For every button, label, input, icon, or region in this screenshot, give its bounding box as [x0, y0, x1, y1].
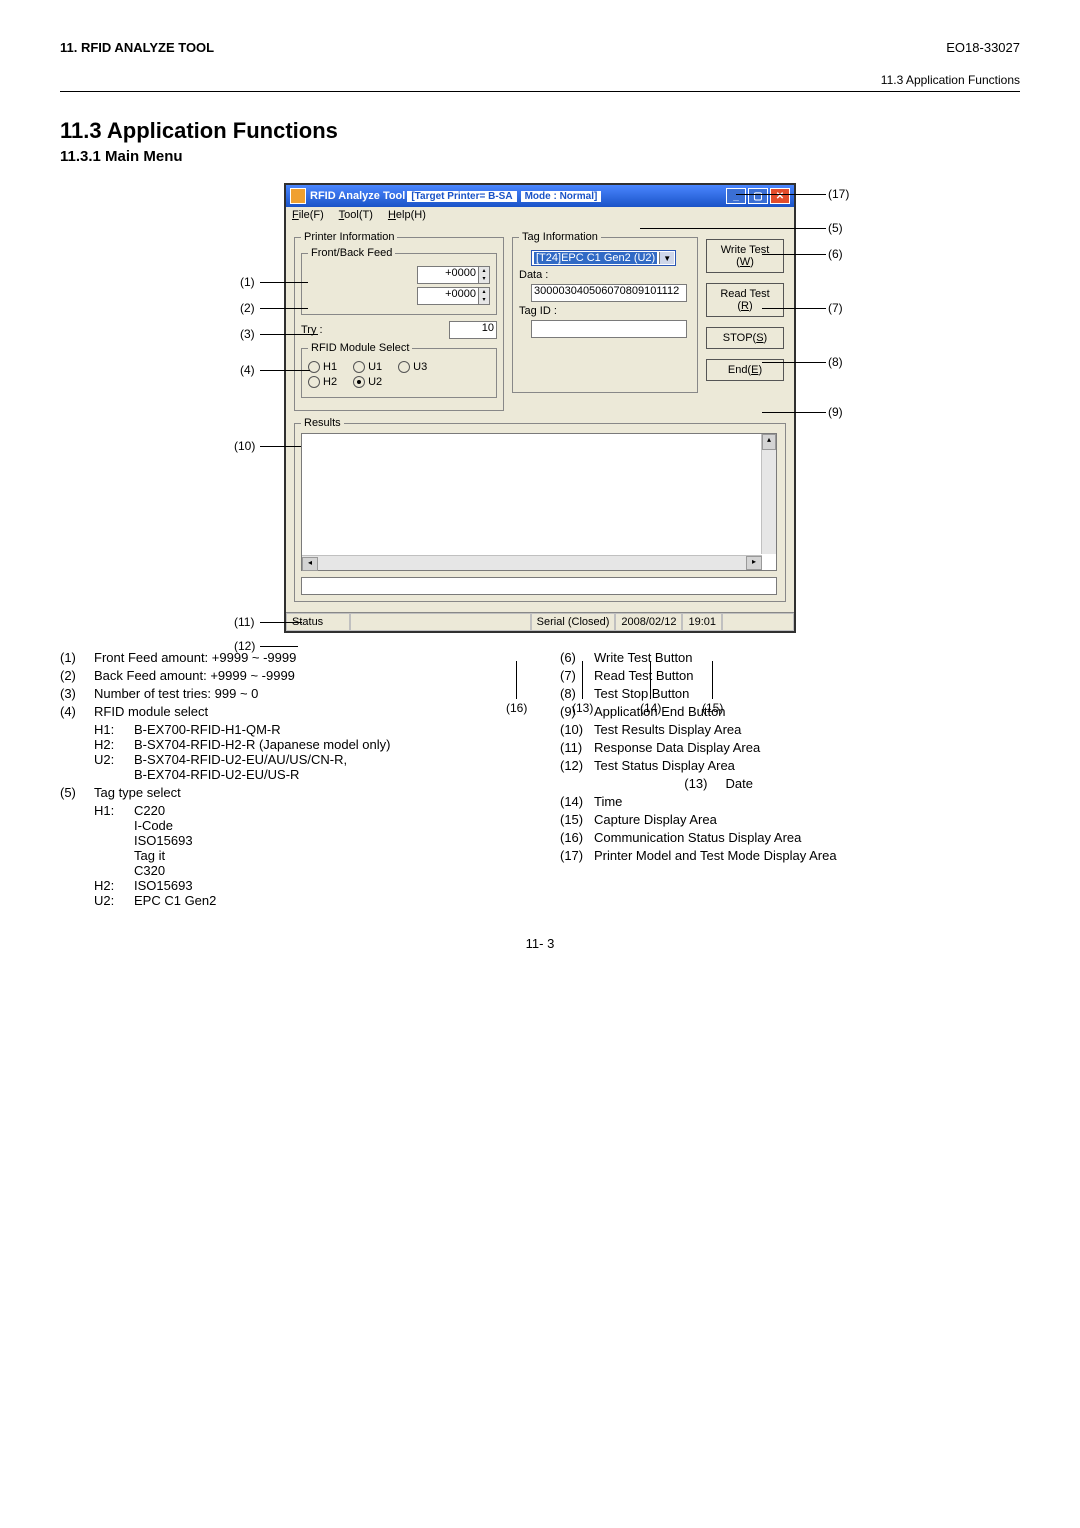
results-area[interactable]: ▴ ◂▸ [301, 433, 777, 571]
menu-help[interactable]: Help(H) [388, 209, 426, 221]
rfid-module-legend: RFID Module Select [308, 342, 412, 354]
maximize-icon[interactable]: ▢ [748, 188, 768, 204]
radio-u2[interactable]: U2 [353, 376, 382, 388]
radio-u3[interactable]: U3 [398, 361, 427, 373]
page-header: 11. RFID ANALYZE TOOL EO18-33027 [60, 40, 1020, 55]
legend: (1)Front Feed amount: +9999 ~ -9999 (2)B… [60, 647, 1020, 908]
tag-info-legend: Tag Information [519, 231, 601, 243]
feed-legend: Front/Back Feed [308, 247, 395, 259]
back-feed-input[interactable]: +0000 [417, 287, 479, 305]
callout-9: (9) [828, 405, 843, 419]
feed-group: Front/Back Feed +0000▴▾ +0000▴▾ [301, 247, 497, 315]
menu-tool[interactable]: Tool(T) [339, 209, 373, 221]
callout-2: (2) [240, 301, 255, 315]
page-number: 11- 3 [60, 936, 1020, 951]
title-app: RFID Analyze Tool [310, 190, 405, 202]
radio-h2[interactable]: H2 [308, 376, 337, 388]
app-window: RFID Analyze Tool [Target Printer= B-SA … [284, 183, 796, 633]
status-serial: Serial (Closed) [531, 613, 616, 631]
callout-11: (11) [234, 615, 254, 629]
hscrollbar[interactable]: ◂▸ [302, 555, 762, 570]
data-label: Data : [519, 269, 691, 281]
callout-15: (15) [702, 701, 723, 715]
menu-file[interactable]: File(F) [292, 209, 324, 221]
callout-10: (10) [234, 439, 255, 453]
chevron-down-icon[interactable]: ▼ [659, 252, 674, 264]
radio-h1[interactable]: H1 [308, 361, 337, 373]
tagid-input[interactable] [531, 320, 687, 338]
status-msg [350, 613, 531, 631]
figure: (1) (2) (3) (4) (10) (11) (12) (17) (5) … [220, 183, 860, 633]
section-heading: 11.3 Application Functions [60, 118, 1020, 144]
printer-info-group: Printer Information Front/Back Feed +000… [294, 231, 504, 411]
response-area[interactable] [301, 577, 777, 595]
callout-13: (13) [572, 701, 593, 715]
results-group: Results ▴ ◂▸ [294, 417, 786, 602]
title-target: [Target Printer= B-SA [407, 191, 516, 202]
callout-14: (14) [640, 701, 661, 715]
vscrollbar[interactable]: ▴ [761, 434, 776, 554]
doc-id: EO18-33027 [946, 40, 1020, 55]
status-bar: Status Serial (Closed) 2008/02/12 19:01 [286, 612, 794, 631]
subsection-heading: 11.3.1 Main Menu [60, 148, 1020, 165]
chapter-title: 11. RFID ANALYZE TOOL [60, 40, 214, 55]
try-input[interactable]: 10 [449, 321, 497, 339]
spinner-icon[interactable]: ▴▾ [479, 287, 490, 305]
header-rule [60, 91, 1020, 92]
spinner-icon[interactable]: ▴▾ [479, 266, 490, 284]
callout-7: (7) [828, 301, 843, 315]
status-date: 2008/02/12 [615, 613, 682, 631]
app-icon [290, 188, 306, 204]
close-icon[interactable]: ✕ [770, 188, 790, 204]
callout-8: (8) [828, 355, 843, 369]
menu-bar: File(F) Tool(T) Help(H) [286, 207, 794, 223]
tag-info-group: Tag Information [T24]EPC C1 Gen2 (U2)▼ D… [512, 231, 698, 393]
callout-4: (4) [240, 363, 255, 377]
results-legend: Results [301, 417, 344, 429]
tag-type-select[interactable]: [T24]EPC C1 Gen2 (U2)▼ [531, 250, 676, 266]
callout-16: (16) [506, 701, 527, 715]
status-time: 19:01 [682, 613, 722, 631]
rfid-module-group: RFID Module Select H1 U1 U3 H2 U2 [301, 342, 497, 398]
front-feed-input[interactable]: +0000 [417, 266, 479, 284]
title-bar: RFID Analyze Tool [Target Printer= B-SA … [286, 185, 794, 207]
stop-button[interactable]: STOP(S) [706, 327, 784, 349]
read-test-button[interactable]: Read Test(R) [706, 283, 784, 317]
data-input[interactable]: 300003040506070809101112 [531, 284, 687, 302]
callout-6: (6) [828, 247, 843, 261]
callout-17: (17) [828, 187, 849, 201]
printer-info-legend: Printer Information [301, 231, 397, 243]
tagid-label: Tag ID : [519, 305, 691, 317]
callout-3: (3) [240, 327, 255, 341]
status-capture [722, 613, 794, 631]
minimize-icon[interactable]: _ [726, 188, 746, 204]
callout-5: (5) [828, 221, 843, 235]
callout-1: (1) [240, 275, 255, 289]
callout-12: (12) [234, 639, 255, 653]
title-mode: Mode : Normal] [521, 191, 602, 202]
radio-u1[interactable]: U1 [353, 361, 382, 373]
breadcrumb: 11.3 Application Functions [60, 73, 1020, 87]
write-test-button[interactable]: Write Test(W) [706, 239, 784, 273]
